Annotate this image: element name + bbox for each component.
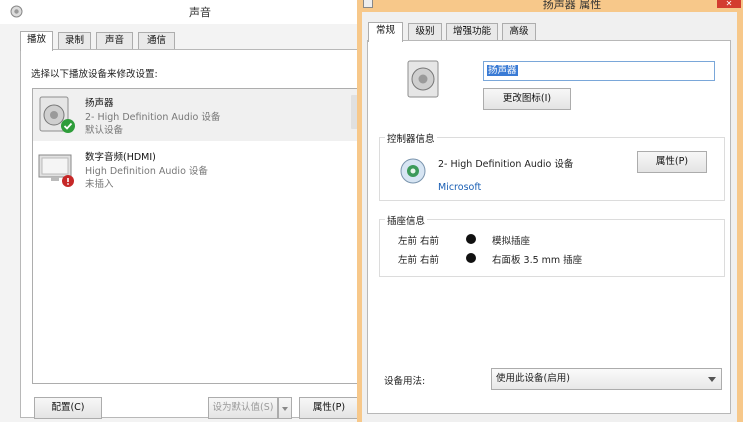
controller-info-label: 控制器信息 xyxy=(385,131,437,145)
tab-communications[interactable]: 通信 xyxy=(138,32,175,50)
tab-levels[interactable]: 级别 xyxy=(408,23,442,41)
props-dialog-title: 扬声器 属性 xyxy=(542,0,602,11)
device-driver: High Definition Audio 设备 xyxy=(85,166,208,177)
monitor-device-icon xyxy=(38,154,74,187)
sound-title-bar[interactable]: 声音 xyxy=(0,0,362,24)
chevron-down-icon xyxy=(708,377,716,382)
playback-panel: 选择以下播放设备来修改设置: 扬声器 2- High Definition Au… xyxy=(20,49,362,419)
tab-playback[interactable]: 播放 xyxy=(20,31,53,51)
jack-info-group: 插座信息 左前 右前 模拟插座 左前 右前 右面板 3.5 mm 插座 xyxy=(379,213,725,277)
tab-enhancements[interactable]: 增强功能 xyxy=(446,23,498,41)
set-default-dropdown[interactable] xyxy=(278,397,292,419)
change-icon-button[interactable]: 更改图标(I) xyxy=(483,88,571,110)
speaker-properties-dialog: 扬声器 属性 ✕ 常规 级别 增强功能 高级 扬声器 更改图标(I) 控制器信息 xyxy=(357,0,743,422)
device-list-instruction: 选择以下播放设备来修改设置: xyxy=(31,69,158,80)
device-usage-label: 设备用法: xyxy=(384,376,426,387)
jack-position: 左前 右前 xyxy=(398,236,440,247)
jack-position: 左前 右前 xyxy=(398,255,440,266)
props-body: 常规 级别 增强功能 高级 扬声器 更改图标(I) 控制器信息 2- High … xyxy=(362,12,737,422)
device-name-value: 扬声器 xyxy=(487,65,518,76)
device-item-speakers[interactable]: 扬声器 2- High Definition Audio 设备 默认设备 xyxy=(33,89,362,141)
playback-device-list[interactable]: 扬声器 2- High Definition Audio 设备 默认设备 数字音… xyxy=(32,88,362,384)
device-item-hdmi[interactable]: 数字音频(HDMI) High Definition Audio 设备 未插入 xyxy=(33,143,362,195)
audio-controller-icon xyxy=(400,158,426,184)
configure-button[interactable]: 配置(C) xyxy=(34,397,102,419)
tab-recording[interactable]: 录制 xyxy=(58,32,91,50)
general-tab-page: 扬声器 更改图标(I) 控制器信息 2- High Definition Aud… xyxy=(367,40,731,414)
device-name-input[interactable]: 扬声器 xyxy=(483,61,715,81)
device-name: 扬声器 xyxy=(85,98,114,109)
speaker-device-icon xyxy=(39,96,75,133)
tab-advanced[interactable]: 高级 xyxy=(502,23,536,41)
props-title-bar[interactable]: 扬声器 属性 ✕ xyxy=(357,0,743,12)
device-name: 数字音频(HDMI) xyxy=(85,152,156,163)
close-button[interactable]: ✕ xyxy=(717,0,741,8)
device-usage-select[interactable]: 使用此设备(启用) xyxy=(491,368,722,390)
speaker-icon xyxy=(407,60,439,98)
controller-vendor-link[interactable]: Microsoft xyxy=(438,182,481,193)
device-driver: 2- High Definition Audio 设备 xyxy=(85,112,221,123)
controller-info-group: 控制器信息 2- High Definition Audio 设备 Micros… xyxy=(379,131,725,201)
sound-dialog-title: 声音 xyxy=(189,6,211,19)
device-status: 未插入 xyxy=(85,179,114,190)
tab-general[interactable]: 常规 xyxy=(368,22,403,42)
device-usage-value: 使用此设备(启用) xyxy=(496,373,570,384)
device-status: 默认设备 xyxy=(85,125,124,136)
jack-color-dot xyxy=(466,234,476,244)
controller-properties-button[interactable]: 属性(P) xyxy=(637,151,707,173)
set-default-button[interactable]: 设为默认值(S) xyxy=(208,397,278,419)
sound-dialog: 声音 播放 录制 声音 通信 选择以下播放设备来修改设置: 扬声器 2- Hig… xyxy=(0,0,362,422)
jack-color-dot xyxy=(466,253,476,263)
check-icon xyxy=(61,119,75,133)
jack-description: 右面板 3.5 mm 插座 xyxy=(492,255,583,266)
controller-name: 2- High Definition Audio 设备 xyxy=(438,159,574,170)
jack-description: 模拟插座 xyxy=(492,236,531,247)
properties-button[interactable]: 属性(P) xyxy=(299,397,359,419)
tab-sounds[interactable]: 声音 xyxy=(96,32,133,50)
jack-info-label: 插座信息 xyxy=(385,213,428,227)
props-window-icon xyxy=(363,0,373,8)
